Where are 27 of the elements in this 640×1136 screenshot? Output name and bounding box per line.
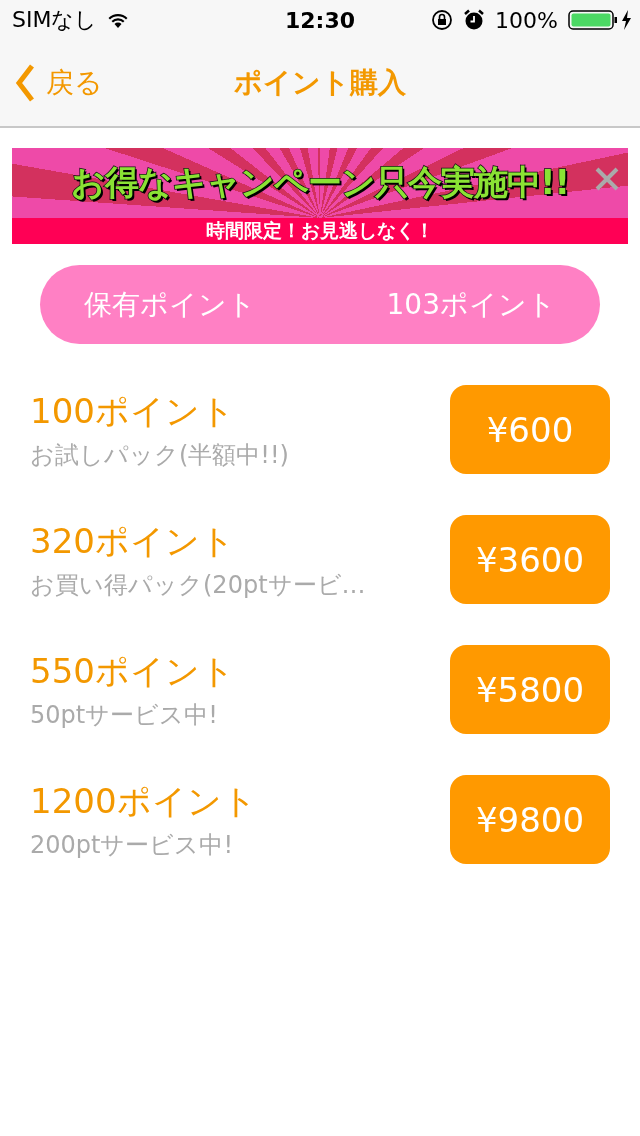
rotation-lock-icon [431,9,454,31]
price-button[interactable]: ¥600 [450,385,610,474]
price-button[interactable]: ¥3600 [450,515,610,604]
back-button[interactable]: 戻る [0,63,103,103]
carrier-text: SIMなし [12,6,98,34]
banner-headline: お得なキャンペーン只今実施中!! [71,161,569,204]
pack-description: 200ptサービス中! [30,829,235,861]
battery-percent-text: 100% [495,7,558,33]
chevron-left-icon [14,63,36,103]
clock-text: 12:30 [284,7,356,33]
screen-title: ポイント購入 [233,65,407,101]
banner-subline: 時間限定！お見逃しなく！ [206,218,434,243]
price-button[interactable]: ¥9800 [450,775,610,864]
balance-label: 保有ポイント [84,286,256,323]
pack-description: お買い得パック(20ptサービ… [30,569,366,601]
pack-title: 1200ポイント [30,779,257,823]
battery-charging-icon [568,9,632,31]
close-icon[interactable] [594,166,620,192]
pack-description: 50ptサービス中! [30,699,219,731]
pack-title: 100ポイント [30,389,236,433]
wifi-icon [107,12,130,28]
pack-title: 550ポイント [30,649,235,693]
pack-title: 320ポイント [30,519,236,563]
price-button[interactable]: ¥5800 [450,645,610,734]
alarm-clock-icon [463,9,486,31]
balance-value: 103ポイント [386,286,556,323]
pack-description: お試しパック(半額中!!) [30,439,289,471]
